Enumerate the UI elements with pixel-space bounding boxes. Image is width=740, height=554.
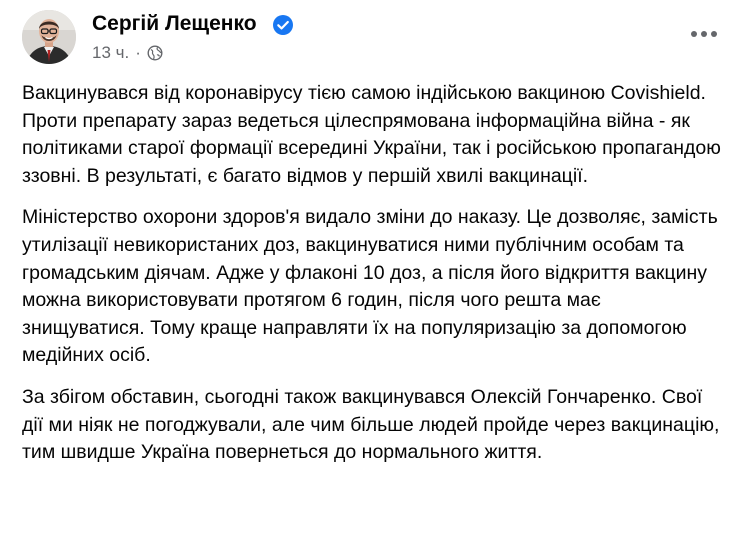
verified-badge-icon bbox=[272, 14, 294, 36]
author-avatar[interactable] bbox=[22, 10, 76, 64]
author-name[interactable]: Сергій Лещенко bbox=[92, 12, 257, 36]
post-meta: 13 ч. · bbox=[92, 43, 163, 63]
post-paragraph: Вакцинувався від коронавірусу тією самою… bbox=[22, 82, 721, 187]
more-options-button[interactable] bbox=[686, 22, 722, 46]
post-header: Сергій Лещенко 13 ч. · bbox=[22, 6, 722, 70]
meta-separator: · bbox=[135, 43, 141, 62]
post-timestamp[interactable]: 13 ч. bbox=[92, 43, 129, 63]
post-paragraph: Міністерство охорони здоров'я видало змі… bbox=[22, 206, 718, 367]
post-paragraph: За збігом обставин, сьогодні також вакци… bbox=[22, 385, 720, 464]
post-body: Вакцинувався від коронавірусу тією самою… bbox=[22, 80, 722, 481]
globe-icon[interactable] bbox=[147, 45, 163, 61]
facebook-post: Сергій Лещенко 13 ч. · Вакцинувався від … bbox=[0, 0, 740, 554]
more-horizontal-icon bbox=[691, 31, 717, 37]
